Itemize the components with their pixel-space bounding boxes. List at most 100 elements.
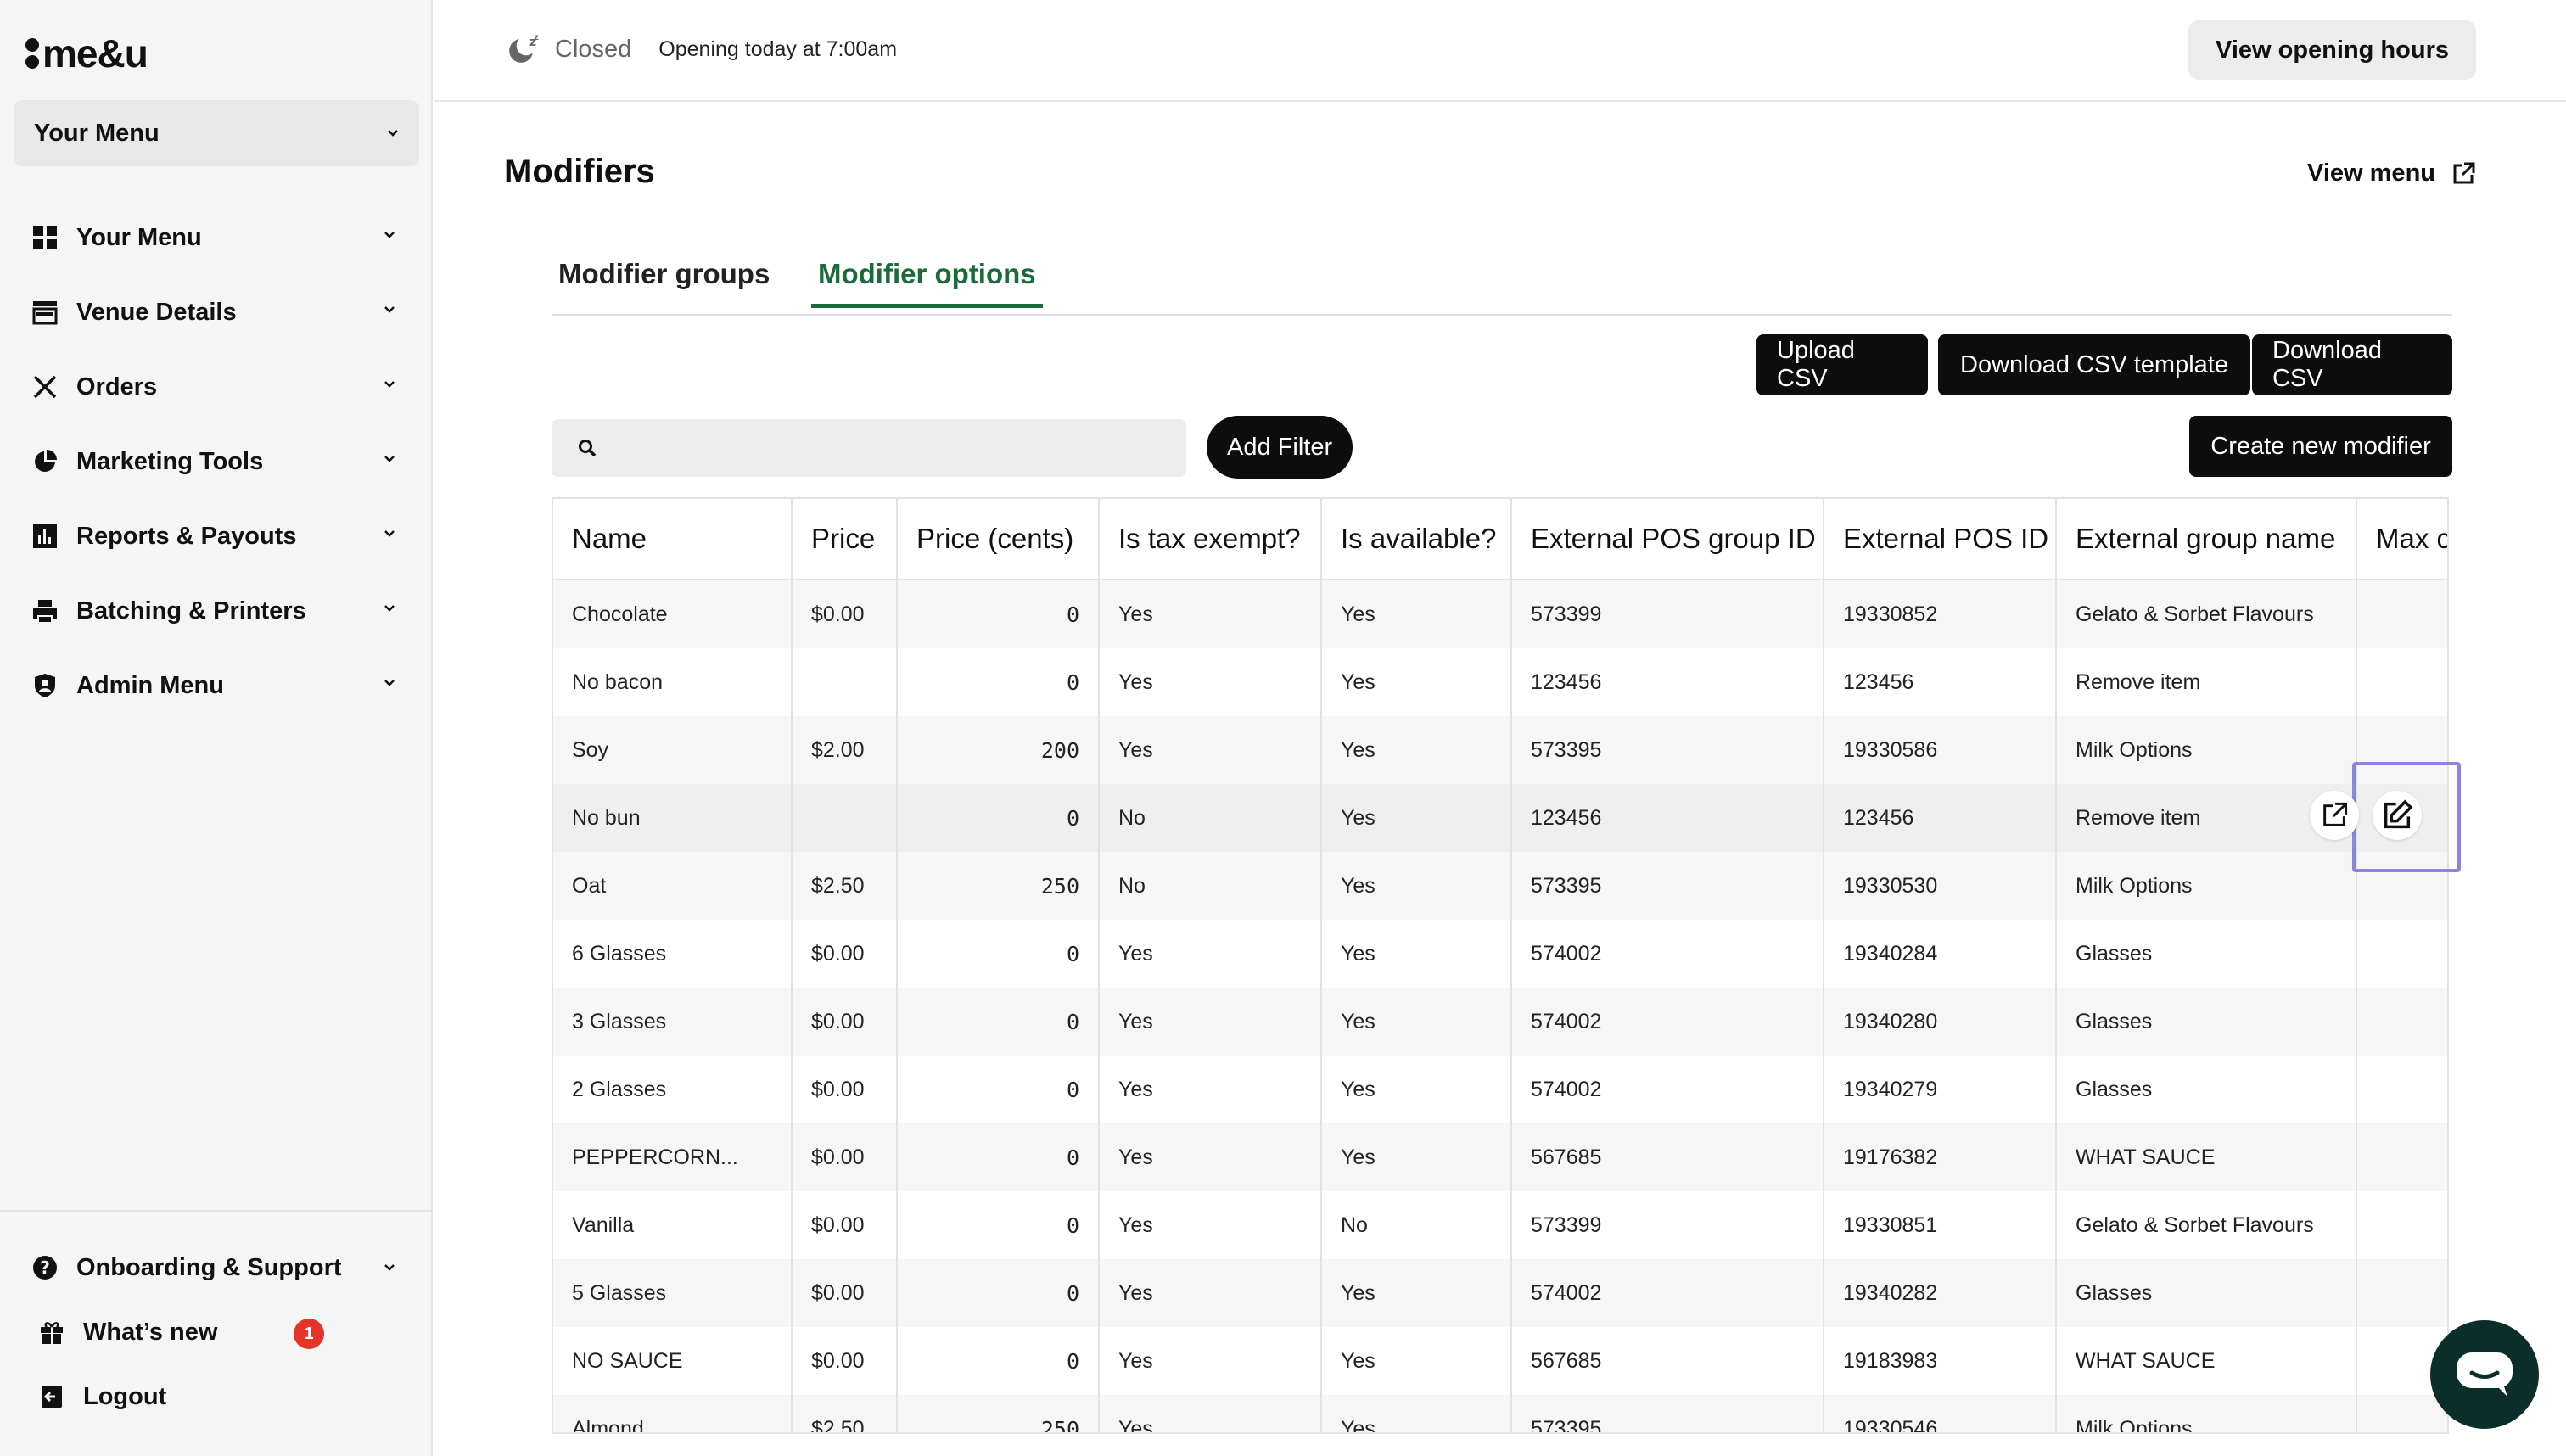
cell-price-cents: 0 bbox=[897, 920, 1100, 988]
cell-price bbox=[792, 784, 898, 852]
column-header-pos-id[interactable]: External POS ID bbox=[1824, 499, 2057, 580]
table-row[interactable]: No bun 0 No Yes 123456 123456 Remove item bbox=[553, 784, 2447, 852]
sidebar-item-reports-payouts[interactable]: Reports & Payouts bbox=[0, 499, 433, 574]
sidebar-item-label: Admin Menu bbox=[76, 671, 224, 699]
sidebar-item-orders[interactable]: Orders bbox=[0, 350, 433, 424]
cell-pos-group-id: 123456 bbox=[1511, 784, 1824, 852]
cell-tax-exempt: Yes bbox=[1099, 1056, 1322, 1123]
add-filter-button[interactable]: Add Filter bbox=[1207, 416, 1353, 479]
cell-name: PEPPERCORN... bbox=[553, 1123, 793, 1191]
column-header-tax-exempt[interactable]: Is tax exempt? bbox=[1099, 499, 1322, 580]
sidebar-item-label: Batching & Printers bbox=[76, 596, 306, 624]
upload-csv-button[interactable]: Upload CSV bbox=[1756, 334, 1928, 395]
column-header-available[interactable]: Is available? bbox=[1321, 499, 1512, 580]
cell-available: No bbox=[1321, 1191, 1512, 1259]
cell-tax-exempt: Yes bbox=[1099, 1123, 1322, 1191]
cell-pos-group-id: 573395 bbox=[1511, 852, 1824, 920]
table-row[interactable]: No bacon 0 Yes Yes 123456 123456 Remove item bbox=[553, 648, 2447, 716]
chevron-down-icon bbox=[384, 456, 395, 462]
cell-group-name: Gelato & Sorbet Flavours bbox=[2056, 1191, 2357, 1259]
download-csv-button[interactable]: Download CSV bbox=[2252, 334, 2452, 395]
view-opening-hours-button[interactable]: View opening hours bbox=[2188, 20, 2476, 80]
tab-modifier-groups[interactable]: Modifier groups bbox=[558, 258, 770, 304]
sidebar-item-label: What’s new bbox=[83, 1318, 218, 1346]
sidebar-item-your-menu[interactable]: Your Menu bbox=[0, 200, 433, 275]
table-row[interactable]: Vanilla $0.00 0 Yes No 573399 19330851 Gelato &… bbox=[553, 1191, 2447, 1259]
cell-price-cents: 0 bbox=[897, 1191, 1100, 1259]
column-header-max[interactable]: Max c bbox=[2356, 499, 2447, 580]
sidebar-item-label: Onboarding & Support bbox=[76, 1253, 342, 1281]
cell-available: Yes bbox=[1321, 1123, 1512, 1191]
cell-pos-id: 19340280 bbox=[1824, 988, 2057, 1056]
table-row[interactable]: 5 Glasses $0.00 0 Yes Yes 574002 19340282 Glass… bbox=[553, 1259, 2447, 1327]
logo[interactable]: me&u bbox=[25, 31, 148, 76]
sidebar-item-logout[interactable]: Logout bbox=[0, 1364, 433, 1429]
cell-price: $0.00 bbox=[792, 1327, 898, 1395]
printer-icon bbox=[31, 596, 59, 625]
sidebar-item-whats-new[interactable]: What’s new 1 bbox=[0, 1300, 433, 1364]
sidebar-divider bbox=[0, 1210, 433, 1212]
sidebar-item-marketing-tools[interactable]: Marketing Tools bbox=[0, 424, 433, 499]
cell-name: No bun bbox=[553, 784, 793, 852]
sidebar-item-venue-details[interactable]: Venue Details bbox=[0, 275, 433, 350]
table-row[interactable]: 6 Glasses $0.00 0 Yes Yes 574002 19340284 Glass… bbox=[553, 920, 2447, 988]
cell-price: $0.00 bbox=[792, 1191, 898, 1259]
table-row[interactable]: Almond $2.50 250 Yes Yes 573395 19330546 Milk O… bbox=[553, 1395, 2447, 1432]
table-row[interactable]: PEPPERCORN... $0.00 0 Yes Yes 567685 19176382 W… bbox=[553, 1123, 2447, 1191]
column-header-price[interactable]: Price bbox=[792, 499, 898, 580]
cell-pos-id: 19340284 bbox=[1824, 920, 2057, 988]
download-csv-template-button[interactable]: Download CSV template bbox=[1938, 334, 2250, 395]
cell-price: $0.00 bbox=[792, 1056, 898, 1123]
top-bar: zz Closed Opening today at 7:00am View o… bbox=[434, 0, 2566, 102]
cell-group-name: Glasses bbox=[2056, 1259, 2357, 1327]
cell-price: $0.00 bbox=[792, 920, 898, 988]
column-header-pos-group-id[interactable]: External POS group ID bbox=[1511, 499, 1824, 580]
cell-group-name: Remove item bbox=[2056, 648, 2357, 716]
cell-max bbox=[2356, 1056, 2447, 1123]
cell-name: Almond bbox=[553, 1395, 793, 1432]
chevron-down-icon bbox=[384, 530, 395, 537]
tab-modifier-options[interactable]: Modifier options bbox=[811, 258, 1043, 308]
open-external-button[interactable] bbox=[2310, 791, 2359, 840]
cell-pos-id: 19183983 bbox=[1824, 1327, 2057, 1395]
cell-available: Yes bbox=[1321, 716, 1512, 784]
cell-name: 2 Glasses bbox=[553, 1056, 793, 1123]
cell-group-name: Glasses bbox=[2056, 920, 2357, 988]
external-link-icon bbox=[2453, 162, 2475, 183]
status-subtext: Opening today at 7:00am bbox=[658, 36, 898, 61]
cell-available: Yes bbox=[1321, 1056, 1512, 1123]
table-row[interactable]: Soy $2.00 200 Yes Yes 573395 19330586 Milk Opti… bbox=[553, 716, 2447, 784]
create-new-modifier-button[interactable]: Create new modifier bbox=[2189, 416, 2452, 477]
sidebar-item-admin-menu[interactable]: Admin Menu bbox=[0, 648, 433, 723]
edit-row-button[interactable] bbox=[2373, 791, 2422, 840]
cell-price-cents: 0 bbox=[897, 1259, 1100, 1327]
chat-widget-button[interactable] bbox=[2430, 1320, 2539, 1429]
table-row[interactable]: 2 Glasses $0.00 0 Yes Yes 574002 19340279 Glass… bbox=[553, 1056, 2447, 1123]
cell-group-name: WHAT SAUCE bbox=[2056, 1123, 2357, 1191]
sidebar-item-label: Your Menu bbox=[76, 223, 202, 251]
sidebar: me&u Your Menu Your Menu Venue Details O… bbox=[0, 0, 433, 1456]
view-menu-link[interactable]: View menu bbox=[2307, 160, 2476, 188]
table-row[interactable]: 3 Glasses $0.00 0 Yes Yes 574002 19340280 Glass… bbox=[553, 988, 2447, 1056]
cell-pos-id: 19330852 bbox=[1824, 580, 2057, 648]
sidebar-item-batching-printers[interactable]: Batching & Printers bbox=[0, 574, 433, 648]
cell-price-cents: 0 bbox=[897, 580, 1100, 648]
cell-price-cents: 250 bbox=[897, 852, 1100, 920]
cell-price: $2.00 bbox=[792, 716, 898, 784]
table-row[interactable]: Chocolate $0.00 0 Yes Yes 573399 19330852 Gelat… bbox=[553, 580, 2447, 648]
page-title: Modifiers bbox=[504, 153, 655, 190]
sidebar-item-onboarding-support[interactable]: ? Onboarding & Support bbox=[0, 1235, 433, 1300]
table-row[interactable]: NO SAUCE $0.00 0 Yes Yes 567685 19183983 WHAT S… bbox=[553, 1327, 2447, 1395]
table-row[interactable]: Oat $2.50 250 No Yes 573395 19330530 Milk Optio… bbox=[553, 852, 2447, 920]
chevron-down-icon bbox=[388, 130, 398, 137]
column-header-name[interactable]: Name bbox=[553, 499, 793, 580]
search-input[interactable] bbox=[552, 419, 1186, 477]
cell-max bbox=[2356, 580, 2447, 648]
column-header-price-cents[interactable]: Price (cents) bbox=[897, 499, 1100, 580]
pie-chart-icon bbox=[31, 447, 59, 476]
cell-name: Vanilla bbox=[553, 1191, 793, 1259]
cell-price bbox=[792, 648, 898, 716]
column-header-group-name[interactable]: External group name bbox=[2056, 499, 2357, 580]
menu-selector[interactable]: Your Menu bbox=[14, 100, 419, 166]
cell-pos-group-id: 573399 bbox=[1511, 580, 1824, 648]
